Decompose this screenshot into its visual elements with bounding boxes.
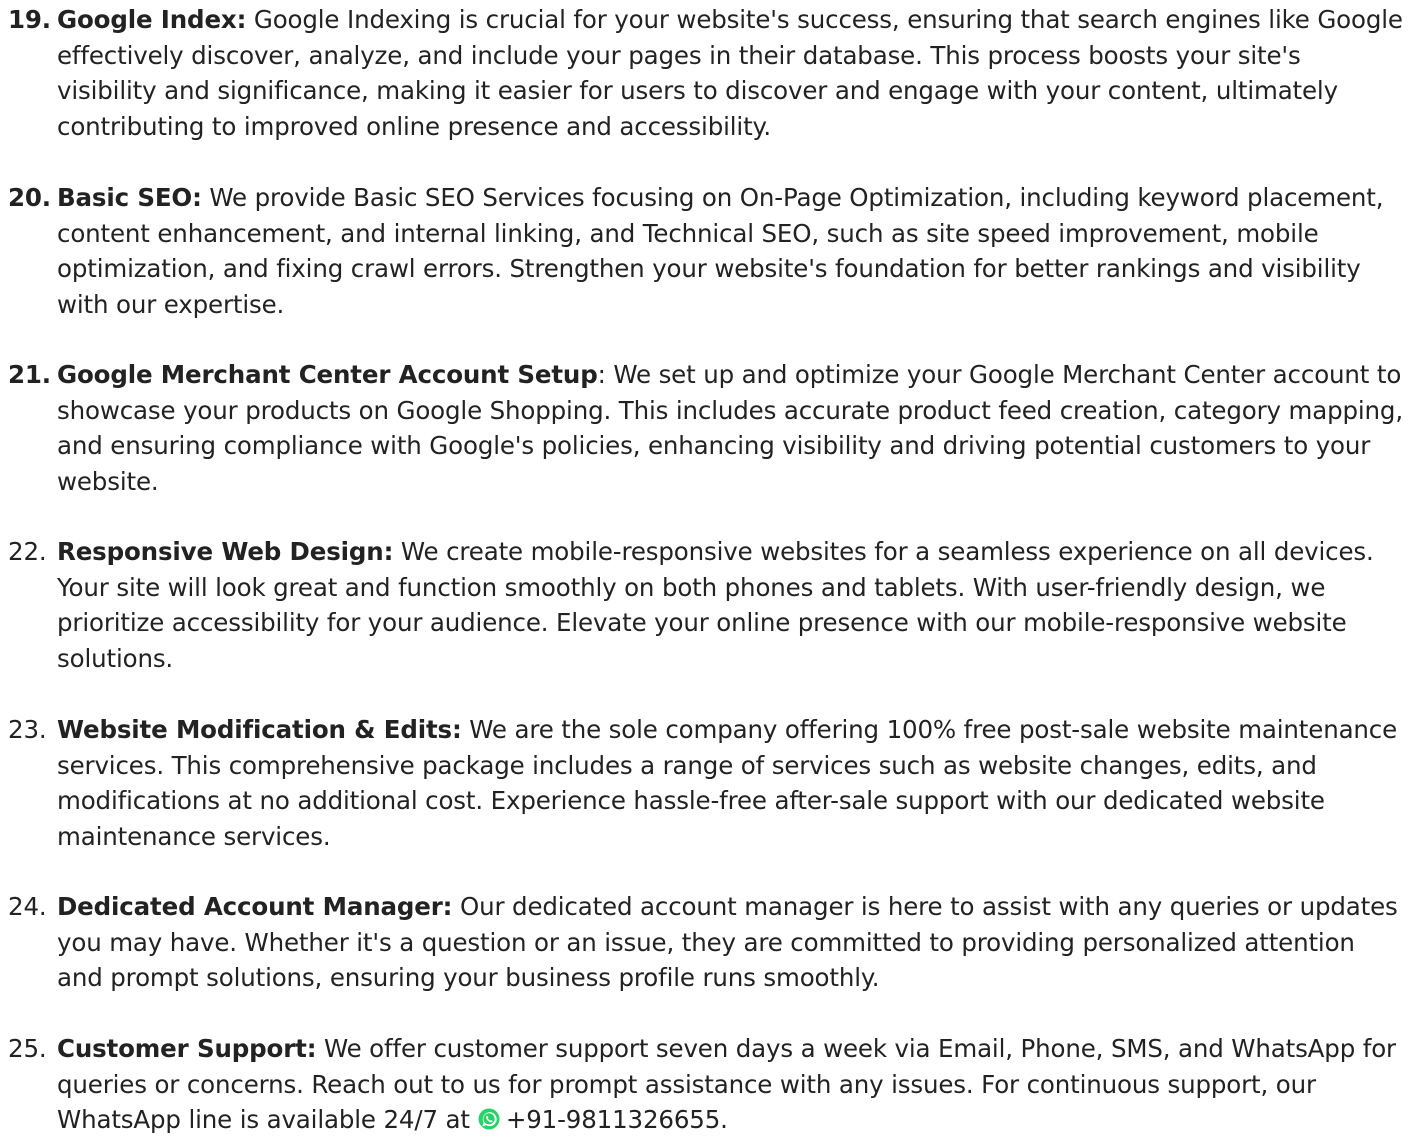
- item-body: Responsive Web Design: We create mobile-…: [57, 534, 1407, 676]
- item-title: Website Modification & Edits:: [57, 715, 462, 744]
- item-text: We provide Basic SEO Services focusing o…: [57, 183, 1384, 319]
- item-body: Website Modification & Edits: We are the…: [57, 712, 1407, 854]
- whatsapp-icon[interactable]: [478, 1104, 500, 1130]
- item-number: 21.: [8, 360, 51, 389]
- item-title: Customer Support:: [57, 1034, 317, 1063]
- item-number: 19.: [8, 5, 51, 34]
- item-number: 25.: [8, 1034, 47, 1063]
- item-number: 20.: [8, 183, 51, 212]
- item-title: Google Index:: [57, 5, 247, 34]
- item-title: Google Merchant Center Account Setup: [57, 360, 598, 389]
- item-number: 24.: [8, 892, 47, 921]
- phone-number[interactable]: +91-9811326655.: [506, 1105, 728, 1134]
- item-text: Google Indexing is crucial for your webs…: [57, 5, 1403, 141]
- item-body: Google Merchant Center Account Setup: We…: [57, 357, 1407, 499]
- item-body: Google Index: Google Indexing is crucial…: [57, 2, 1407, 144]
- item-number: 22.: [8, 537, 47, 566]
- item-body: Customer Support: We offer customer supp…: [57, 1031, 1407, 1138]
- item-body: Dedicated Account Manager: Our dedicated…: [57, 889, 1407, 996]
- item-number: 23.: [8, 715, 47, 744]
- item-body: Basic SEO: We provide Basic SEO Services…: [57, 180, 1407, 322]
- item-title: Basic SEO:: [57, 183, 202, 212]
- item-title: Dedicated Account Manager:: [57, 892, 453, 921]
- item-title: Responsive Web Design:: [57, 537, 394, 566]
